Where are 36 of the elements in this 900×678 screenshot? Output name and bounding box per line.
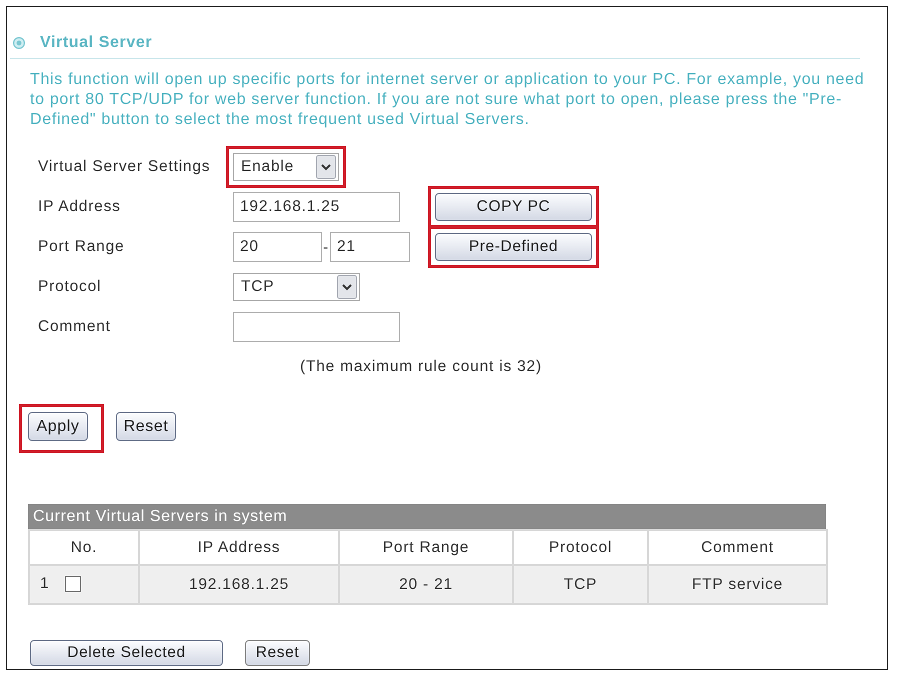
chevron-down-icon: [316, 155, 336, 179]
range-separator: -: [322, 238, 330, 256]
field-label: Port Range: [38, 238, 124, 256]
table-button[interactable]: Reset: [245, 640, 310, 666]
field-label: Protocol: [38, 278, 102, 296]
rule-count-note: (The maximum rule count is 32): [300, 357, 543, 377]
field-label: IP Address: [38, 198, 121, 216]
circle-bullet-icon: [13, 37, 25, 49]
column-header: Protocol: [513, 530, 648, 565]
field-label: Virtual Server Settings: [38, 158, 210, 176]
dropdown-field[interactable]: TCP: [233, 273, 360, 301]
port-end-field[interactable]: 21: [330, 232, 410, 262]
field-label: Comment: [38, 318, 111, 336]
section-title: Virtual Server: [40, 33, 152, 53]
text-field[interactable]: [233, 312, 400, 342]
table-cell: TCP: [513, 565, 648, 604]
table-cell: 192.168.1.25: [139, 565, 339, 604]
table-cell: 20 - 21: [339, 565, 513, 604]
form-button[interactable]: Apply: [28, 412, 88, 441]
column-header: No.: [29, 530, 139, 565]
table-cell: FTP service: [648, 565, 827, 604]
form-button[interactable]: Reset: [116, 412, 176, 441]
chevron-down-icon: [337, 275, 357, 299]
action-button[interactable]: Pre-Defined: [435, 233, 592, 261]
column-header: IP Address: [139, 530, 339, 565]
dropdown-field[interactable]: Enable: [233, 153, 339, 181]
column-header: Comment: [648, 530, 827, 565]
column-header: Port Range: [339, 530, 513, 565]
table-caption: Current Virtual Servers in system: [28, 504, 826, 529]
table-button[interactable]: Delete Selected: [30, 640, 223, 666]
row-number: 1: [40, 575, 50, 594]
row-checkbox[interactable]: [64, 576, 81, 592]
port-start-field[interactable]: 20: [233, 232, 322, 262]
action-button[interactable]: COPY PC: [435, 193, 592, 221]
description-text: This function will open up specific ports for internet server or application to your PC. For example, you need to port 80 TCP/UDP for web server function. If you are not sure what port to open, please press the "Pre-Defined" button to select the most frequent used Virtual Servers.: [30, 70, 866, 130]
text-field[interactable]: 192.168.1.25: [233, 192, 400, 222]
